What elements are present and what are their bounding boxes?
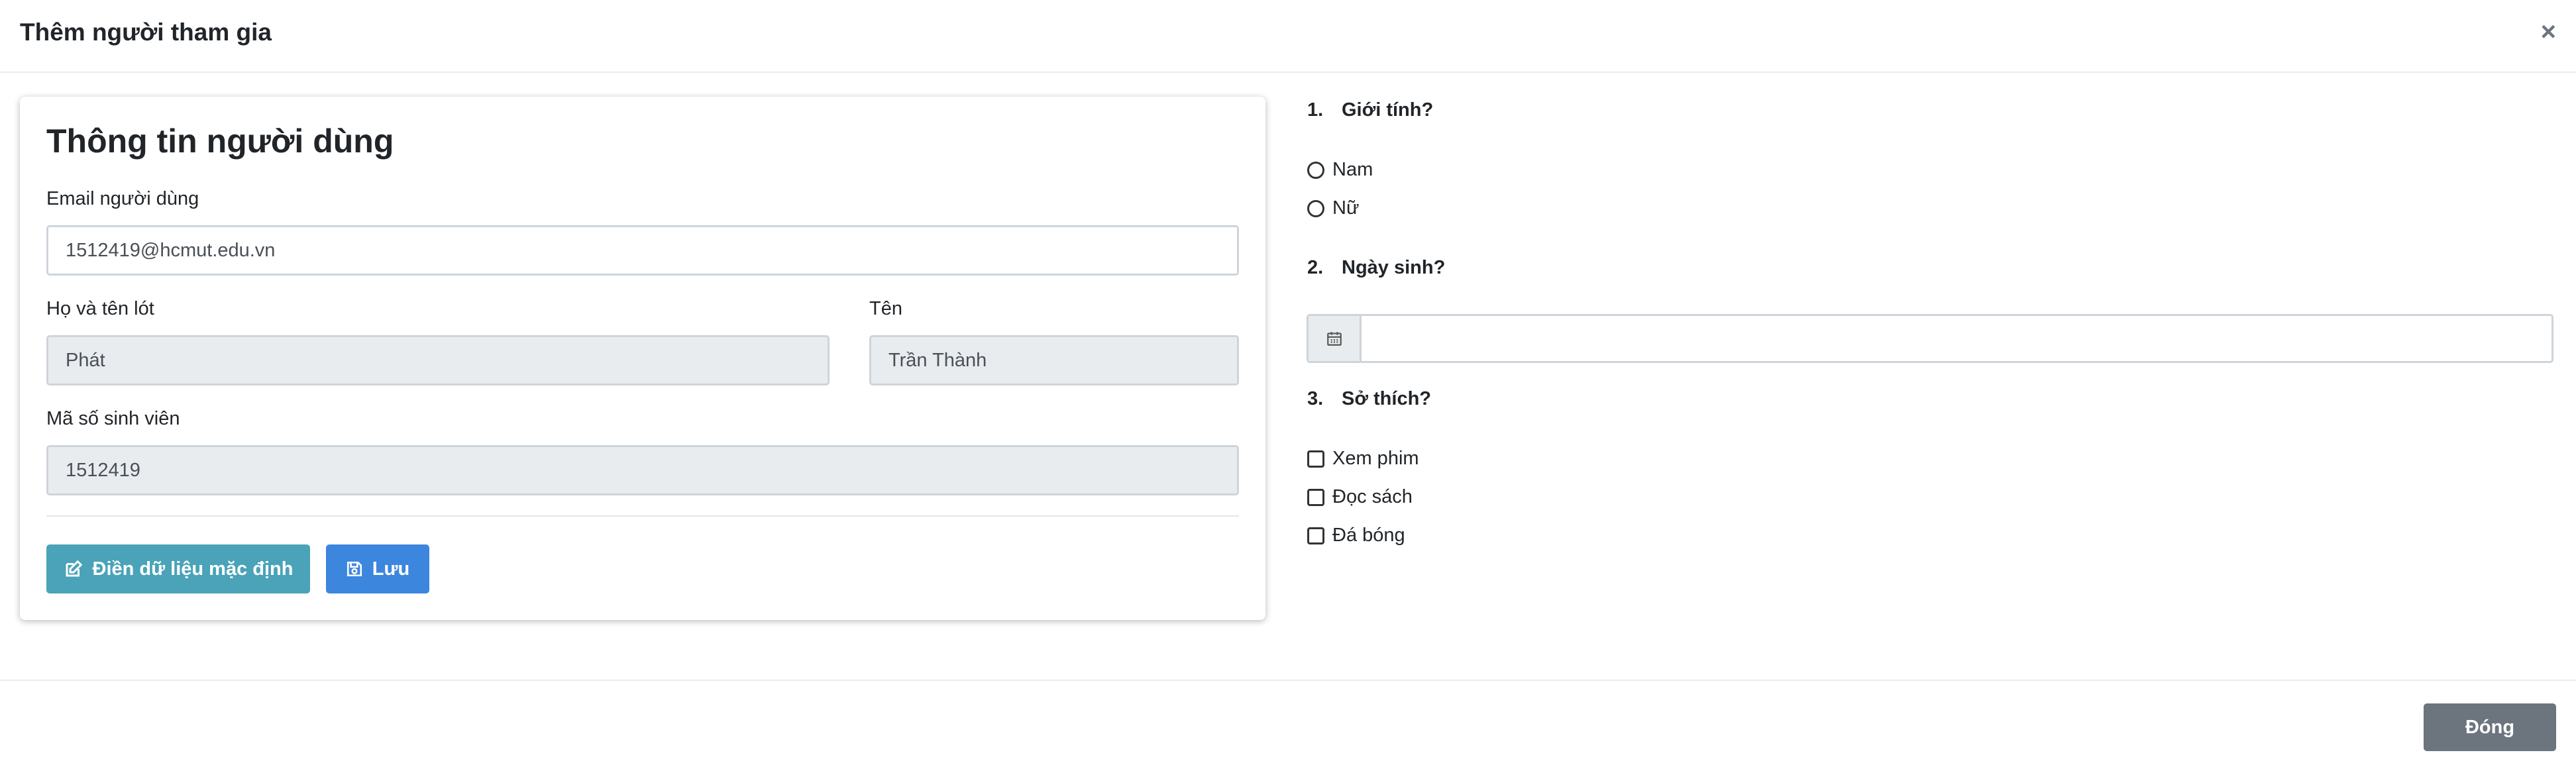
calendar-icon[interactable] (1309, 316, 1362, 361)
hobby-option-football[interactable]: Đá bóng (1307, 525, 1405, 546)
question-1-title: 1. Giới tính? (1307, 99, 1434, 121)
close-button[interactable]: Đóng (2424, 703, 2556, 751)
fill-default-button[interactable]: Điền dữ liệu mặc định (46, 544, 310, 593)
modal-title: Thêm người tham gia (20, 19, 272, 46)
lastname-label: Họ và tên lót (46, 298, 154, 319)
hobby-option-movies[interactable]: Xem phim (1307, 448, 1419, 470)
option-label: Đá bóng (1332, 525, 1405, 546)
option-label: Đọc sách (1332, 486, 1413, 507)
close-button-label: Đóng (2465, 716, 2515, 738)
gender-option-male[interactable]: Nam (1307, 159, 1373, 181)
fill-default-label: Điền dữ liệu mặc định (92, 558, 294, 580)
student-id-field[interactable]: 1512419 (46, 445, 1239, 495)
radio-button[interactable] (1307, 161, 1324, 179)
firstname-field[interactable]: Trần Thành (869, 335, 1239, 386)
checkbox[interactable] (1307, 527, 1324, 544)
question-3-title: 3. Sở thích? (1307, 388, 1432, 409)
option-label: Nữ (1332, 197, 1360, 219)
gender-option-female[interactable]: Nữ (1307, 197, 1359, 219)
checkbox[interactable] (1307, 488, 1324, 506)
modal-header: Thêm người tham gia × (0, 0, 2576, 73)
user-info-card: Thông tin người dùng Email người dùng 15… (20, 97, 1265, 620)
edit-icon (64, 559, 83, 579)
email-label: Email người dùng (46, 188, 199, 209)
birthdate-input[interactable] (1362, 316, 2551, 361)
option-label: Xem phim (1332, 448, 1419, 469)
email-field[interactable]: 1512419@hcmut.edu.vn (46, 225, 1239, 276)
student-id-label: Mã số sinh viên (46, 408, 180, 429)
lastname-field[interactable]: Phát (46, 335, 830, 386)
modal-footer-divider (0, 680, 2576, 681)
hobby-option-reading[interactable]: Đọc sách (1307, 486, 1413, 508)
save-icon (346, 560, 363, 578)
save-button[interactable]: Lưu (326, 544, 429, 593)
birthdate-input-group (1307, 314, 2553, 363)
option-label: Nam (1332, 159, 1373, 180)
save-label: Lưu (372, 558, 410, 580)
card-title: Thông tin người dùng (46, 123, 394, 160)
close-icon[interactable]: × (2541, 19, 2556, 45)
checkbox[interactable] (1307, 450, 1324, 468)
firstname-label: Tên (869, 298, 902, 319)
divider (46, 515, 1239, 517)
question-2-title: 2. Ngày sinh? (1307, 257, 1446, 278)
radio-button[interactable] (1307, 199, 1324, 217)
